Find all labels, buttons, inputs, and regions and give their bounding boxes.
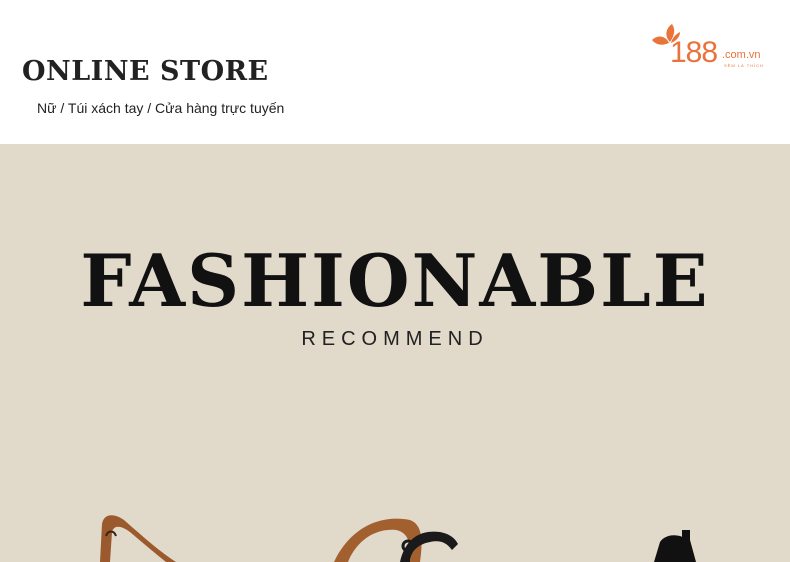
logo-tagline: SẼM LÀ THÍCH [724,63,764,68]
logo-domain: .com.vn [722,49,761,61]
bag-handles-image [100,515,696,562]
page-header: ONLINE STORE Nữ / Túi xách tay / Cửa hàn… [0,0,790,144]
hero-banner: FASHIONABLE RECOMMEND [0,144,790,562]
logo-number: 188 [670,36,718,69]
store-title: ONLINE STORE [22,56,269,87]
brown-bag-strap [100,515,176,562]
black-bag-right [654,530,696,562]
breadcrumb[interactable]: Nữ / Túi xách tay / Cửa hàng trực tuyến [37,100,284,116]
site-logo[interactable]: 188 .com.vn SẼM LÀ THÍCH [650,22,772,70]
